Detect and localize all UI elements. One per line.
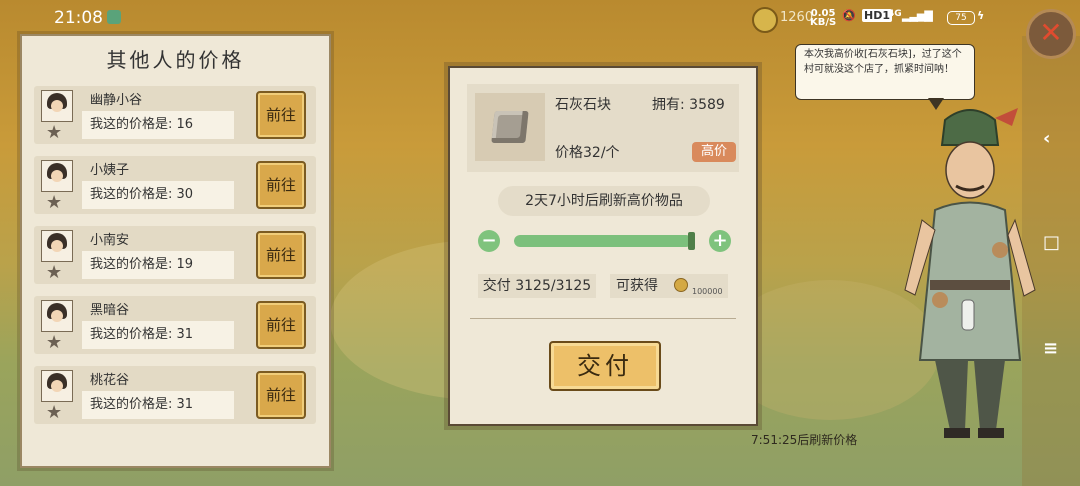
decrease-button[interactable]: − [478,230,500,252]
star-icon: ★ [46,332,63,353]
list-item: ★ 桃花谷 我这的价格是: 31 前往 [34,366,316,424]
slider-handle[interactable] [688,232,695,250]
back-icon[interactable]: ‹ [1043,128,1050,149]
reward-label: 可获得 [616,278,658,294]
signal-label: 4G [888,9,902,19]
status-bar: 21:08 1260 0.05 KB/S 🔕 HD1 4G ▂▃▅▇ 75 ϟ [0,0,1080,34]
divider [470,318,736,319]
item-price: 价格32/个 [555,145,620,161]
mute-icon: 🔕 [842,9,856,22]
go-button[interactable]: 前往 [256,371,306,419]
star-icon: ★ [46,402,63,423]
home-icon[interactable]: □ [1043,232,1060,253]
reward-value: 100000 [692,287,723,296]
refresh-notice: 2天7小时后刷新高价物品 [498,186,710,216]
star-icon: ★ [46,122,63,143]
item-info: 石灰石块 拥有: 3589 价格32/个 高价 [467,84,739,172]
merchant-npc [904,108,1036,438]
close-button[interactable]: ✕ [1026,9,1076,59]
avatar [41,370,73,402]
trade-card: 石灰石块 拥有: 3589 价格32/个 高价 2天7小时后刷新高价物品 − +… [448,66,758,426]
list-item: ★ 小南安 我这的价格是: 19 前往 [34,226,316,284]
npc-speech-bubble: 本次我高价收[石灰石块]，过了这个村可就没这个店了，抓紧时间呐！ [795,44,975,100]
reward-info: 可获得 100000 [610,274,728,298]
high-price-badge: 高价 [692,142,736,162]
coin-count: 1260 [780,10,814,25]
avatar [41,230,73,262]
menu-icon[interactable]: ≡ [1043,338,1058,359]
network-speed: 0.05 KB/S [810,9,837,28]
star-icon: ★ [46,192,63,213]
village-name: 黑暗谷 [90,303,130,318]
go-button[interactable]: 前往 [256,91,306,139]
go-button[interactable]: 前往 [256,231,306,279]
delivery-count: 交付 3125/3125 [478,274,596,298]
stone-icon [491,111,529,143]
deliver-button[interactable]: 交付 [549,341,661,391]
village-name: 桃花谷 [90,373,130,388]
net-speed-unit: KB/S [810,17,837,28]
app-notification-icon [107,10,121,24]
coin-icon [752,7,778,33]
clock: 21:08 [54,8,103,28]
price-text: 我这的价格是: 19 [82,251,234,279]
avatar [41,160,73,192]
price-text: 我这的价格是: 16 [82,111,234,139]
coin-icon [674,278,688,292]
price-text: 我这的价格是: 30 [82,181,234,209]
avatar [41,300,73,332]
village-name: 幽静小谷 [90,93,143,108]
list-item: ★ 幽静小谷 我这的价格是: 16 前往 [34,86,316,144]
charging-icon: ϟ [977,9,985,22]
slider-fill [514,235,692,247]
battery-icon: 75 [947,11,975,25]
list-item: ★ 黑暗谷 我这的价格是: 31 前往 [34,296,316,354]
signal-bars-icon: ▂▃▅▇ [902,9,933,22]
increase-button[interactable]: + [709,230,731,252]
village-name: 小南安 [90,233,130,248]
avatar [41,90,73,122]
star-icon: ★ [46,262,63,283]
village-name: 小姨子 [90,163,130,178]
price-text: 我这的价格是: 31 [82,321,234,349]
panel-title: 其他人的价格 [106,48,245,72]
others-price-panel: 其他人的价格 ★ 幽静小谷 我这的价格是: 16 前往 ★ 小姨子 我这的价格是… [20,34,331,468]
price-refresh-countdown: 7:51:25后刷新价格 [751,433,858,447]
go-button[interactable]: 前往 [256,301,306,349]
list-item: ★ 小姨子 我这的价格是: 30 前往 [34,156,316,214]
item-name: 石灰石块 [555,97,611,113]
price-text: 我这的价格是: 31 [82,391,234,419]
item-thumbnail [475,93,545,161]
go-button[interactable]: 前往 [256,161,306,209]
quantity-slider[interactable] [514,235,692,247]
owned-count: 拥有: 3589 [652,97,725,113]
